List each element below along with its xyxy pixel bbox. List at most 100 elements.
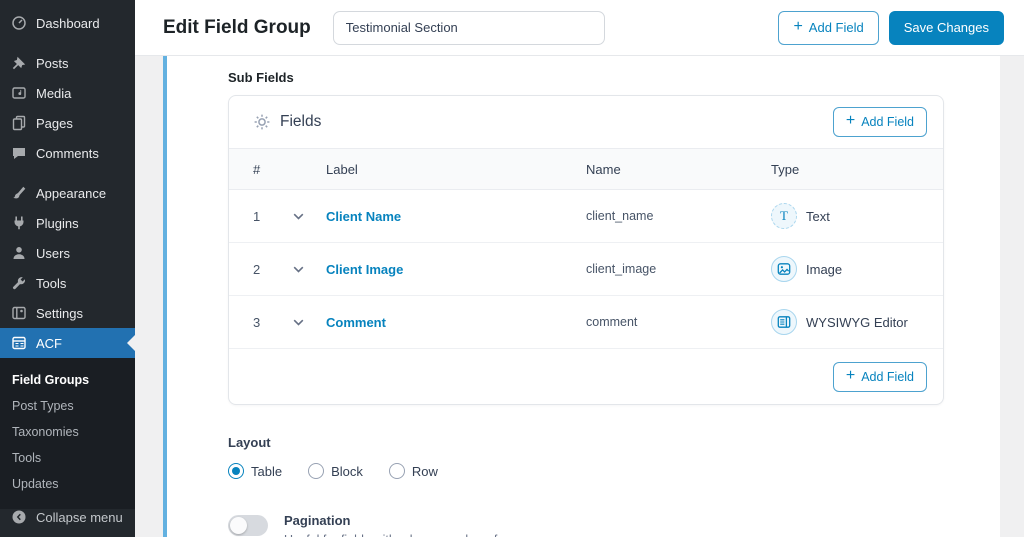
field-order: 1 — [253, 208, 261, 224]
field-type: T Text — [771, 203, 943, 229]
sidebar-item-label: Comments — [36, 145, 99, 161]
sidebar-item-comments[interactable]: Comments — [0, 138, 135, 168]
field-type-label: Text — [806, 208, 830, 224]
admin-sidebar: Dashboard Posts Media Pages Comments Appearan… — [0, 0, 135, 537]
pagination-label: Pagination — [284, 513, 351, 528]
layout-radio-table[interactable]: Table — [228, 463, 282, 479]
text-type-icon: T — [771, 203, 797, 229]
add-field-button[interactable]: + Add Field — [778, 10, 879, 45]
sidebar-item-label: Pages — [36, 115, 73, 131]
sub-fields-panel: Fields + Add Field # Label Name Type 1 Cl… — [228, 95, 944, 405]
column-order: # — [253, 161, 261, 177]
sidebar-item-label: Users — [36, 245, 70, 261]
sidebar-item-label: Plugins — [36, 215, 79, 231]
field-label-link[interactable]: Client Name — [326, 209, 401, 224]
sidebar-item-label: Settings — [36, 305, 83, 321]
submenu-item-taxonomies[interactable]: Taxonomies — [0, 419, 135, 445]
sidebar-item-label: Appearance — [36, 185, 107, 201]
field-type-label: Image — [806, 261, 843, 277]
sidebar-item-plugins[interactable]: Plugins — [0, 208, 135, 238]
field-order: 2 — [253, 261, 261, 277]
field-group-title-input[interactable] — [332, 10, 605, 45]
image-type-icon — [771, 256, 797, 282]
layout-radio-block[interactable]: Block — [308, 463, 363, 479]
column-label: Label — [326, 161, 358, 177]
acf-submenu: Field Groups Post Types Taxonomies Tools Upd… — [0, 358, 135, 509]
collapse-menu-button[interactable]: Collapse menu — [0, 509, 135, 525]
submenu-item-updates[interactable]: Updates — [0, 471, 135, 497]
radio-label: Table — [251, 463, 283, 479]
toggle-knob — [230, 517, 247, 534]
field-type-label: WYSIWYG Editor — [806, 314, 908, 330]
layout-radio-group: Table Block Row — [228, 463, 1000, 479]
sidebar-item-label: Dashboard — [36, 15, 100, 31]
comments-icon — [11, 145, 27, 161]
field-name: client_name — [586, 209, 654, 223]
sidebar-item-users[interactable]: Users — [0, 238, 135, 268]
plus-icon: + — [793, 17, 803, 35]
sidebar-item-tools[interactable]: Tools — [0, 268, 135, 298]
page-title: Edit Field Group — [163, 16, 311, 38]
layout-radio-row[interactable]: Row — [388, 463, 438, 479]
sidebar-item-pages[interactable]: Pages — [0, 108, 135, 138]
field-row-client_image: 2 Client Image client_image Image — [229, 243, 943, 296]
admin-menu: Dashboard Posts Media Pages Comments Appearan… — [0, 0, 135, 358]
field-name: comment — [586, 315, 638, 329]
add-field-button-panel-bottom[interactable]: + Add Field — [832, 361, 927, 392]
layout-setting: Layout Table Block Row — [228, 435, 1000, 479]
save-changes-label: Save Changes — [903, 20, 989, 35]
sidebar-item-appearance[interactable]: Appearance — [0, 178, 135, 208]
field-label-link[interactable]: Client Image — [326, 262, 403, 277]
add-field-label: Add Field — [808, 20, 864, 35]
sidebar-item-dashboard[interactable]: Dashboard — [0, 8, 135, 38]
collapse-arrow-icon — [11, 509, 27, 525]
page-header: Edit Field Group + Add Field Save Change… — [135, 0, 1024, 56]
sidebar-item-media[interactable]: Media — [0, 78, 135, 108]
sidebar-item-label: Tools — [36, 275, 67, 291]
add-field-button-panel-top[interactable]: + Add Field — [832, 107, 927, 137]
dashboard-icon — [11, 15, 27, 31]
submenu-item-field-groups[interactable]: Field Groups — [0, 367, 135, 393]
radio-unselected-icon — [308, 463, 325, 479]
submenu-item-tools[interactable]: Tools — [0, 445, 135, 471]
field-label-link[interactable]: Comment — [326, 315, 386, 330]
layout-label: Layout — [228, 435, 271, 450]
field-type: WYSIWYG Editor — [771, 309, 943, 335]
chevron-down-icon[interactable] — [293, 319, 326, 326]
submenu-item-post-types[interactable]: Post Types — [0, 393, 135, 419]
pagination-text: Pagination Useful for fields with a larg… — [284, 513, 531, 537]
fields-table-body: 1 Client Name client_name T Text 2 Client Imag… — [229, 190, 943, 349]
sidebar-item-acf[interactable]: ACF — [0, 328, 135, 358]
collapse-menu-label: Collapse menu — [36, 509, 123, 525]
sidebar-item-label: Posts — [36, 55, 69, 71]
sidebar-item-posts[interactable]: Posts — [0, 48, 135, 78]
add-field-label: Add Field — [861, 115, 914, 129]
pin-icon — [11, 55, 27, 71]
fields-table-header: # Label Name Type — [229, 148, 943, 190]
plugins-icon — [11, 215, 27, 231]
radio-unselected-icon — [388, 463, 405, 479]
radio-label: Block — [331, 463, 363, 479]
field-order: 3 — [253, 314, 261, 330]
column-name: Name — [586, 161, 621, 177]
tools-icon — [11, 275, 27, 291]
save-changes-button[interactable]: Save Changes — [888, 10, 1004, 45]
media-icon — [11, 85, 27, 101]
header-actions: + Add Field Save Changes — [778, 10, 1004, 45]
sub-fields-label: Sub Fields — [228, 70, 294, 85]
pages-icon — [11, 115, 27, 131]
add-field-label: Add Field — [861, 369, 914, 384]
pagination-toggle[interactable] — [228, 515, 268, 536]
appearance-icon — [11, 185, 27, 201]
pagination-setting: Pagination Useful for fields with a larg… — [228, 513, 1000, 537]
chevron-down-icon[interactable] — [293, 213, 326, 220]
sidebar-item-settings[interactable]: Settings — [0, 298, 135, 328]
radio-label: Row — [411, 463, 438, 479]
open-field-accent-line — [163, 56, 167, 537]
field-row-client_name: 1 Client Name client_name T Text — [229, 190, 943, 243]
plus-icon: + — [845, 366, 856, 384]
fields-panel-title: Fields — [280, 113, 322, 130]
field-row-comment: 3 Comment comment WYSIWYG Editor — [229, 296, 943, 349]
chevron-down-icon[interactable] — [293, 266, 326, 273]
fields-table-footer: + Add Field — [229, 349, 943, 404]
